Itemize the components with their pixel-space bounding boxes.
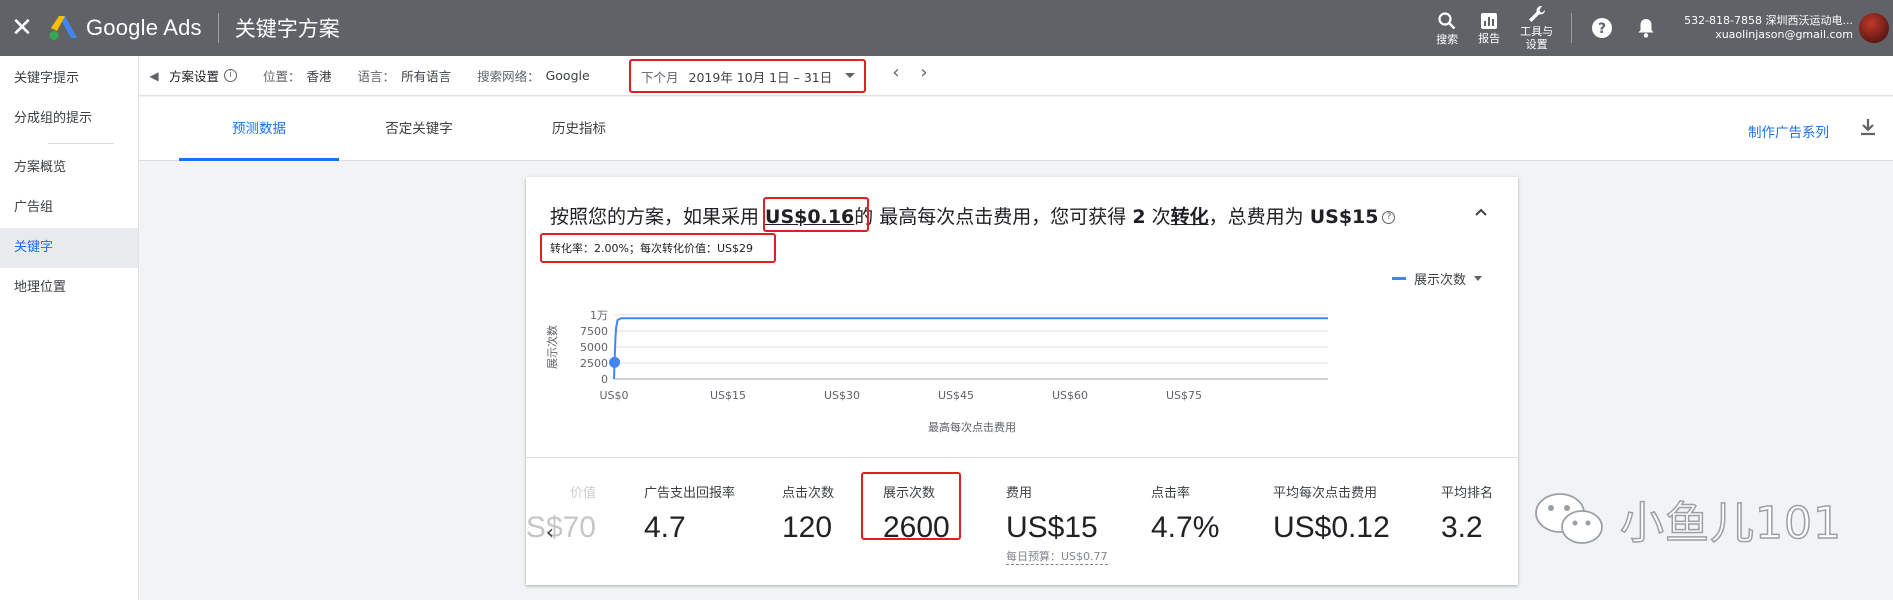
metric-3[interactable]: 展示次数 2600 <box>883 482 950 545</box>
sidebar-item-keywords[interactable]: 关键字 <box>0 228 138 268</box>
x-tick-label: US$30 <box>824 389 860 402</box>
x-tick-label: US$0 <box>599 389 628 402</box>
close-icon[interactable]: ✕ <box>0 13 44 43</box>
wechat-icon <box>1535 493 1603 544</box>
date-range-selector[interactable]: 下个月 2019年 10月 1日 – 31日 <box>629 59 866 93</box>
metric-label: 平均排名 <box>1441 486 1494 501</box>
google-ads-logo-icon <box>48 14 78 42</box>
daily-budget-note[interactable]: 每日预算：US$0.77 <box>1006 548 1108 565</box>
page-title: 关键字方案 <box>234 17 340 41</box>
x-tick-label: US$45 <box>938 389 974 402</box>
forecast-card: 按照您的方案，如果采用 US$0.16的 最高每次点击费用，您可获得 2 次转化… <box>526 177 1518 585</box>
metric-label: 点击率 <box>1151 486 1191 501</box>
plan-settings-label: 方案设置 <box>169 69 220 84</box>
network-setting[interactable]: 搜索网络： Google <box>477 66 590 85</box>
metric-1[interactable]: 广告支出回报率 4.7 <box>644 482 735 545</box>
sidebar-item-grouped-ideas[interactable]: 分成组的提示 <box>0 99 138 139</box>
metric-label: 费用 <box>1006 486 1033 501</box>
bid-point-marker <box>609 356 621 368</box>
tabs-bar: 预测数据 否定关键字 历史指标 制作广告系列 <box>139 97 1893 161</box>
help-icon[interactable]: ? <box>1382 211 1396 224</box>
help-icon[interactable]: ? <box>1591 17 1613 39</box>
previous-period-icon[interactable]: ‹ <box>882 62 910 83</box>
reports-icon <box>1481 12 1498 29</box>
svg-text:?: ? <box>1598 21 1606 37</box>
watermark: 小鱼儿101 <box>1530 487 1842 551</box>
impressions-chart: 0 2500 5000 7500 1万 US$0 US$15 US$30 US$45 US$60 U… <box>545 309 1328 434</box>
x-tick-label: US$60 <box>1052 389 1088 402</box>
chart-legend[interactable]: 展示次数 <box>1391 269 1482 288</box>
metric-value: 3.2 <box>1441 511 1483 544</box>
conversions-link[interactable]: 转化 <box>1171 206 1209 228</box>
sidebar-item-ad-groups[interactable]: 广告组 <box>0 188 138 228</box>
metric-0[interactable]: 价值 US$70 <box>526 482 596 545</box>
metric-7[interactable]: 平均排名 3.2 <box>1441 482 1493 545</box>
metric-value: US$70 <box>526 511 596 544</box>
wrench-icon <box>1528 5 1545 22</box>
metric-2[interactable]: 点击次数 120 <box>782 482 834 545</box>
conversion-rate-note[interactable]: 转化率：2.00%；每次转化价值：US$29 <box>550 240 753 256</box>
chevron-down-icon <box>845 73 855 78</box>
y-tick-label: 1万 <box>590 309 608 322</box>
scroll-left-icon[interactable]: ‹ <box>546 520 554 544</box>
download-icon[interactable] <box>1859 117 1877 137</box>
metric-label: 平均每次点击费用 <box>1273 486 1378 501</box>
account-info[interactable]: 532-818-7858 深圳西沃运动电... xuaolinjason@gma… <box>1684 14 1853 42</box>
metric-label: 点击次数 <box>782 486 835 501</box>
x-axis-label: 最高每次点击费用 <box>928 420 1016 434</box>
metric-value: 4.7 <box>644 511 686 544</box>
plan-settings-bar: ◀ 方案设置 i 位置： 香港 语言： 所有语言 搜索网络： Google 下个… <box>139 56 1893 96</box>
y-tick-label: 0 <box>601 373 608 386</box>
metric-value: US$15 <box>1006 511 1098 544</box>
sidebar-item-plan-overview[interactable]: 方案概览 <box>0 148 138 188</box>
y-tick-label: 7500 <box>580 325 608 338</box>
forecast-headline: 按照您的方案，如果采用 US$0.16的 最高每次点击费用，您可获得 2 次转化… <box>550 202 1396 229</box>
x-tick-label: US$15 <box>710 389 746 402</box>
info-icon[interactable]: i <box>224 69 238 82</box>
language-setting[interactable]: 语言： 所有语言 <box>358 66 452 85</box>
metric-label: 价值 <box>569 486 596 501</box>
metric-value: US$0.12 <box>1273 511 1390 544</box>
metric-5[interactable]: 点击率 4.7% <box>1151 482 1219 545</box>
next-period-icon[interactable]: › <box>910 62 938 83</box>
metric-value: 2600 <box>883 511 950 544</box>
metric-value: 4.7% <box>1151 511 1220 544</box>
series-line-impressions <box>613 317 1328 380</box>
metric-value: 120 <box>782 511 833 544</box>
sidebar: 关键字提示 分成组的提示 方案概览 广告组 关键字 地理位置 <box>0 56 139 600</box>
x-tick-label: US$75 <box>1166 389 1202 402</box>
search-button[interactable]: 搜索 <box>1436 11 1458 46</box>
metric-label: 广告支出回报率 <box>644 486 736 501</box>
notifications-bell-icon[interactable] <box>1635 17 1657 39</box>
search-icon <box>1438 11 1456 29</box>
create-campaign-link[interactable]: 制作广告系列 <box>1748 121 1829 141</box>
max-cpc-value[interactable]: US$0.16 <box>765 206 854 228</box>
y-tick-label: 5000 <box>580 341 608 354</box>
y-tick-label: 2500 <box>580 357 608 370</box>
location-setting[interactable]: 位置： 香港 <box>263 66 332 85</box>
brand-name: Google Ads <box>86 15 202 40</box>
reports-button[interactable]: 报告 <box>1478 12 1500 45</box>
tab-historical-metrics[interactable]: 历史指标 <box>499 97 659 161</box>
metric-label: 展示次数 <box>883 486 936 501</box>
chevron-down-icon <box>1474 276 1482 281</box>
metric-4[interactable]: 费用 US$15 每日预算：US$0.77 <box>1006 482 1108 565</box>
collapse-sidebar-icon[interactable]: ◀ <box>139 69 169 83</box>
y-axis-label: 展示次数 <box>545 325 559 369</box>
avatar[interactable] <box>1859 13 1889 43</box>
metric-6[interactable]: 平均每次点击费用 US$0.12 <box>1273 482 1390 545</box>
app-header: ✕ Google Ads 关键字方案 搜索 报告 工具与 设置 ? 532-81… <box>0 0 1893 56</box>
tab-negative-keywords[interactable]: 否定关键字 <box>339 97 499 161</box>
sidebar-item-keyword-ideas[interactable]: 关键字提示 <box>0 59 138 99</box>
tab-forecast[interactable]: 预测数据 <box>179 97 339 161</box>
sidebar-item-locations[interactable]: 地理位置 <box>0 268 138 308</box>
tools-settings-button[interactable]: 工具与 设置 <box>1520 5 1553 51</box>
chevron-up-icon[interactable] <box>1474 207 1488 217</box>
